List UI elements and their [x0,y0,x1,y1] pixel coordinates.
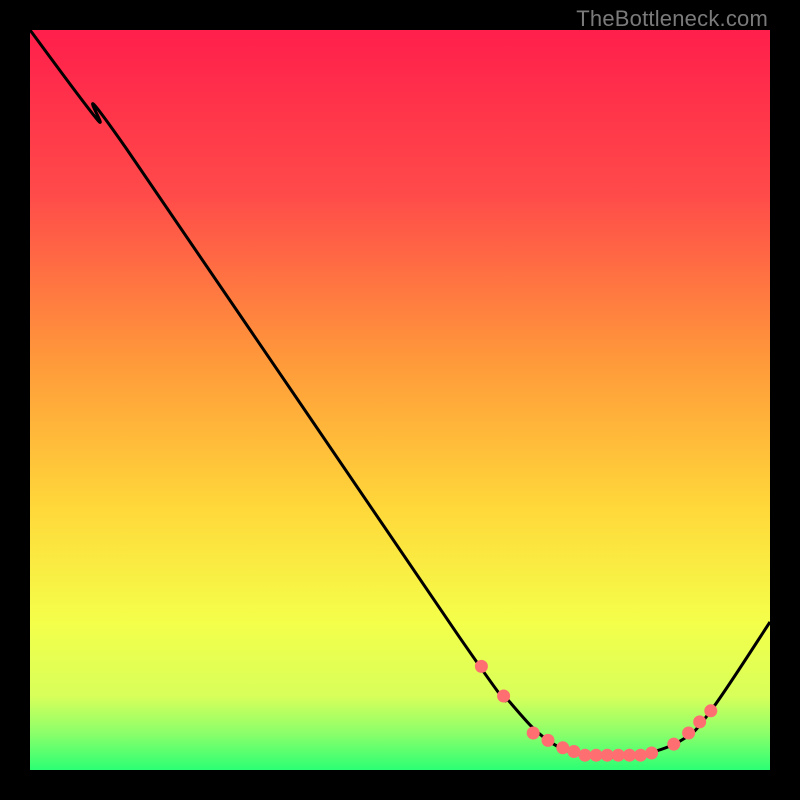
chart-marker-point [623,749,636,762]
chart-marker-point [612,749,625,762]
chart-marker-point [704,704,717,717]
chart-plot-area [30,30,770,770]
chart-svg [30,30,770,770]
chart-marker-point [542,734,555,747]
chart-marker-point [527,727,540,740]
chart-marker-point [556,741,569,754]
chart-marker-point [497,690,510,703]
chart-marker-point [601,749,614,762]
chart-marker-point [693,715,706,728]
chart-marker-point [645,746,658,759]
watermark-text: TheBottleneck.com [576,6,768,32]
chart-marker-point [590,749,603,762]
chart-background-gradient [30,30,770,770]
chart-marker-point [667,738,680,751]
chart-marker-point [475,660,488,673]
chart-marker-point [567,745,580,758]
chart-marker-point [682,727,695,740]
chart-marker-point [579,749,592,762]
chart-marker-point [634,749,647,762]
